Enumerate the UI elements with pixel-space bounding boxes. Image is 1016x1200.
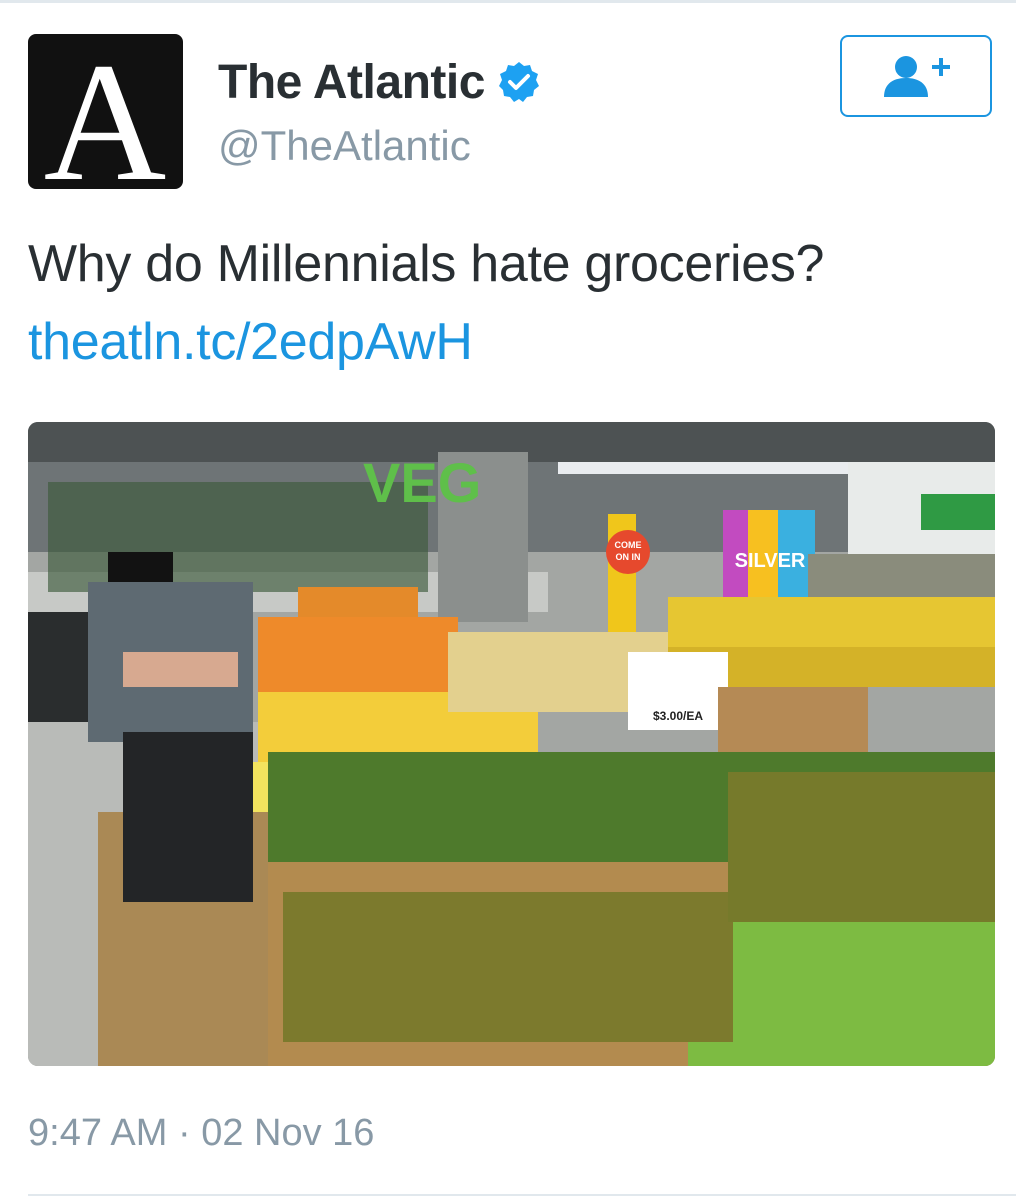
tweet-link[interactable]: theatln.tc/2edpAwH — [28, 312, 473, 372]
bottom-divider — [28, 1194, 1016, 1196]
avatar[interactable]: A — [28, 34, 183, 189]
top-divider — [0, 0, 1016, 3]
svg-text:VEG: VEG — [363, 451, 481, 514]
tweet-timestamp[interactable]: 9:47 AM · 02 Nov 16 — [28, 1112, 374, 1155]
tweet-text: Why do Millennials hate groceries? — [28, 235, 825, 293]
svg-text:SILVER: SILVER — [735, 550, 806, 572]
verified-badge-icon — [498, 62, 539, 102]
svg-text:$3.00/EA: $3.00/EA — [653, 709, 703, 723]
svg-text:A: A — [44, 34, 167, 189]
follow-button[interactable] — [840, 35, 992, 117]
atlantic-logo-icon: A — [44, 34, 167, 189]
add-user-icon — [884, 56, 950, 97]
author-handle[interactable]: @TheAtlantic — [218, 122, 471, 170]
svg-text:ON IN: ON IN — [615, 552, 640, 562]
author-display-name[interactable]: The Atlantic — [218, 55, 485, 110]
tweet-media-photo[interactable]: VEG COME ON IN SILVER $3.00/EA — [28, 422, 995, 1066]
author-name-row: The Atlantic — [218, 52, 541, 112]
svg-text:COME: COME — [615, 540, 642, 550]
